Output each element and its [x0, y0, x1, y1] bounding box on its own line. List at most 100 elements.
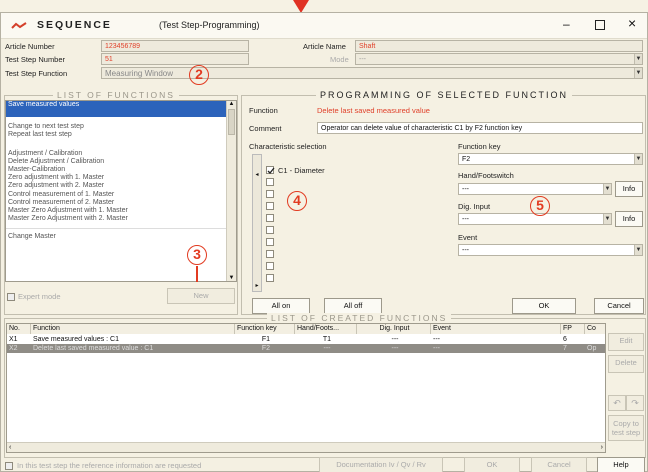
delete-button[interactable]: Delete	[608, 355, 644, 373]
all-on-button[interactable]: All on	[252, 298, 310, 314]
expert-mode-checkbox[interactable]	[7, 293, 15, 301]
column-header[interactable]: No.	[7, 324, 31, 334]
column-header[interactable]: Function key	[235, 324, 295, 334]
list-item[interactable]: Change to next test step	[6, 123, 236, 131]
list-item[interactable]: Control measurement of 2. Master	[6, 199, 236, 207]
list-item[interactable]: Repeat last test step	[6, 131, 236, 139]
hand-info-button[interactable]: Info	[615, 181, 643, 197]
scroll-left-icon[interactable]: ◂	[253, 171, 261, 178]
characteristic-checkbox[interactable]	[266, 238, 274, 246]
callout-4: 4	[287, 191, 307, 211]
characteristic-checkbox[interactable]	[266, 214, 274, 222]
scroll-right-icon[interactable]: ›	[601, 444, 603, 451]
table-hscrollbar[interactable]: ‹ ›	[7, 442, 605, 452]
cell: Op	[587, 345, 597, 352]
footer-ok-button[interactable]: OK	[464, 457, 520, 472]
all-off-button[interactable]: All off	[324, 298, 382, 314]
list-item[interactable]: Adjustment / Calibration	[6, 150, 236, 158]
list-item[interactable]: Zero adjustment with 1. Master	[6, 174, 236, 182]
dig-info-button[interactable]: Info	[615, 211, 643, 227]
help-button[interactable]: Help	[597, 457, 645, 472]
table-row-selected[interactable]: X2 Delete last saved measured value : C1…	[7, 344, 605, 353]
scroll-right-icon[interactable]: ▸	[253, 282, 261, 289]
list-item-selected-blank[interactable]	[6, 109, 236, 118]
column-header[interactable]: Co	[585, 324, 605, 334]
characteristic-checkbox[interactable]	[266, 250, 274, 258]
mode-select[interactable]: --- ▼	[355, 53, 643, 65]
characteristic-checkbox-1[interactable]	[266, 166, 275, 174]
chevron-down-icon: ▼	[603, 214, 611, 224]
characteristic-label-1: C1 - Diameter	[278, 166, 325, 175]
function-key-select[interactable]: F2 ▼	[458, 153, 643, 165]
scroll-down-icon[interactable]: ▼	[227, 275, 236, 281]
event-label: Event	[458, 233, 478, 242]
comment-field[interactable]: Operator can delete value of characteris…	[317, 122, 643, 134]
reference-info-label: In this test step the reference informat…	[17, 461, 202, 470]
cell: ---	[391, 345, 399, 352]
copy-to-test-step-button[interactable]: Copy to test step	[608, 415, 644, 441]
column-header[interactable]: FP	[561, 324, 585, 334]
event-select[interactable]: --- ▼	[458, 244, 643, 256]
created-functions-title: LIST OF CREATED FUNCTIONS	[267, 313, 452, 323]
scroll-thumb[interactable]	[228, 109, 235, 135]
created-functions-group: LIST OF CREATED FUNCTIONS No. Function F…	[4, 313, 646, 458]
characteristic-checkbox[interactable]	[266, 202, 274, 210]
cell: ---	[433, 345, 440, 352]
list-item[interactable]: Master Zero Adjustment with 1. Master	[6, 207, 236, 215]
callout-3: 3	[187, 245, 207, 265]
maximize-button[interactable]	[595, 20, 605, 30]
list-item[interactable]: Change Master	[6, 233, 236, 241]
article-number-field[interactable]: 123456789	[101, 40, 249, 52]
title-bar: SEQUENCE (Test Step-Programming) – ×	[1, 13, 647, 39]
table-header: No. Function Function key Hand/Foots... …	[7, 324, 605, 334]
list-of-functions-group: LIST OF FUNCTIONS Save measured values C…	[4, 90, 238, 315]
characteristic-checkbox[interactable]	[266, 226, 274, 234]
chevron-down-icon: ▼	[634, 245, 642, 255]
window-title: SEQUENCE	[37, 19, 112, 31]
list-item[interactable]: Master-Calibration	[6, 166, 236, 174]
hand-footswitch-value: ---	[462, 186, 469, 193]
cell: X1	[9, 336, 18, 343]
functions-scrollbar[interactable]: ▲ ▼	[226, 101, 236, 281]
ok-button[interactable]: OK	[512, 298, 576, 314]
scroll-left-icon[interactable]: ‹	[9, 444, 11, 451]
documentation-button[interactable]: Documentation Iv / Qv / Rv	[319, 457, 443, 472]
list-item[interactable]: Delete Adjustment / Calibration	[6, 158, 236, 166]
close-button[interactable]: ×	[628, 15, 636, 31]
footer-cancel-button[interactable]: Cancel	[531, 457, 587, 472]
article-name-field[interactable]: Shaft	[355, 40, 643, 52]
column-header[interactable]: Hand/Foots...	[295, 324, 357, 334]
cell	[585, 335, 605, 344]
column-header[interactable]: Function	[31, 324, 235, 334]
table-row[interactable]: X1 Save measured values : C1 F1 T1 --- -…	[7, 335, 605, 344]
test-step-function-label: Test Step Function	[5, 69, 68, 78]
new-button[interactable]: New	[167, 288, 235, 304]
check-icon	[267, 167, 275, 174]
characteristic-checkbox[interactable]	[266, 190, 274, 198]
minimize-button[interactable]: –	[563, 17, 570, 31]
undo-icon[interactable]: ↶	[608, 395, 626, 411]
redo-icon[interactable]: ↷	[626, 395, 644, 411]
edit-button[interactable]: Edit	[608, 333, 644, 351]
characteristic-checkbox[interactable]	[266, 178, 274, 186]
callout-2: 2	[189, 65, 209, 85]
list-item[interactable]: Master Zero Adjustment with 2. Master	[6, 215, 236, 223]
scroll-up-icon[interactable]: ▲	[227, 101, 236, 107]
characteristic-checkbox[interactable]	[266, 262, 274, 270]
cancel-button[interactable]: Cancel	[594, 298, 644, 314]
function-label: Function	[249, 106, 278, 115]
test-step-function-select[interactable]: Measuring Window ▼	[101, 67, 643, 79]
created-functions-table[interactable]: No. Function Function key Hand/Foots... …	[6, 323, 606, 453]
reference-info-checkbox[interactable]	[5, 462, 13, 470]
column-header[interactable]: Dig. Input	[357, 324, 431, 334]
hand-footswitch-select[interactable]: --- ▼	[458, 183, 612, 195]
column-header[interactable]: Event	[431, 324, 561, 334]
list-item[interactable]: Save measured values	[6, 101, 236, 110]
cell: F2	[261, 345, 271, 352]
cell: Delete last saved measured value : C1	[33, 345, 154, 352]
list-item[interactable]: Control measurement of 1. Master	[6, 191, 236, 199]
characteristic-scrollbar[interactable]: ◂ ▸	[252, 154, 262, 292]
list-item[interactable]: Zero adjustment with 2. Master	[6, 182, 236, 190]
characteristic-checkbox[interactable]	[266, 274, 274, 282]
test-step-number-field[interactable]: 51	[101, 53, 249, 65]
